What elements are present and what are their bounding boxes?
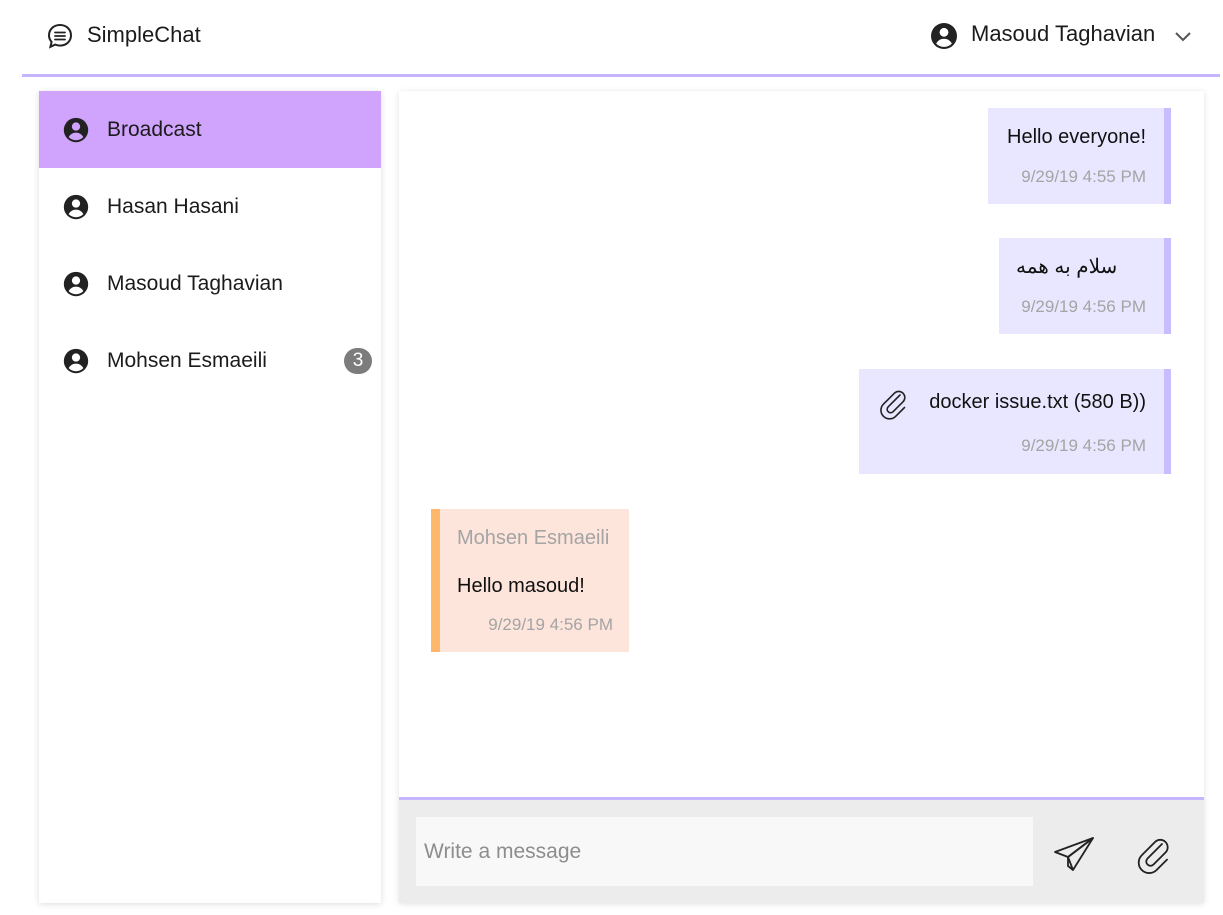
message-composer	[399, 797, 1204, 903]
incoming-message: Mohsen Esmaeili Hello masoud! 9/29/19 4:…	[431, 509, 629, 652]
account-circle-icon	[63, 271, 89, 297]
message-text: Hello masoud!	[457, 575, 585, 597]
sidebar-item-hasan-hasani[interactable]: Hasan Hasani	[39, 168, 381, 245]
outgoing-message: سلام به همه 9/29/19 4:56 PM	[999, 238, 1171, 334]
chat-panel: Hello everyone! 9/29/19 4:55 PM سلام به …	[399, 91, 1204, 903]
account-circle-icon	[931, 23, 957, 49]
message-input[interactable]	[416, 817, 1033, 886]
message-sender: Mohsen Esmaeili	[457, 527, 610, 549]
message-text: سلام به همه	[1016, 256, 1118, 278]
unread-count-badge: 3	[344, 348, 372, 374]
outgoing-message: Hello everyone! 9/29/19 4:55 PM	[988, 108, 1171, 204]
chat-bubble-icon	[47, 23, 73, 49]
message-timestamp: 9/29/19 4:56 PM	[1021, 436, 1146, 455]
send-icon[interactable]	[1053, 836, 1095, 872]
account-circle-icon	[63, 117, 89, 143]
file-name: docker issue.txt (580 B))	[929, 391, 1146, 413]
sidebar-item-label: Masoud Taghavian	[107, 272, 283, 295]
file-message[interactable]: docker issue.txt (580 B)) 9/29/19 4:56 P…	[859, 369, 1171, 474]
account-circle-icon	[63, 348, 89, 374]
sidebar-item-mohsen-esmaeili[interactable]: Mohsen Esmaeili 3	[39, 322, 381, 399]
message-timestamp: 9/29/19 4:56 PM	[1021, 297, 1146, 316]
app-title: SimpleChat	[87, 22, 201, 47]
app-header: SimpleChat Masoud Taghavian	[22, 0, 1220, 77]
sidebar-item-label: Hasan Hasani	[107, 195, 239, 218]
chevron-down-icon[interactable]	[1172, 25, 1194, 47]
message-text: Hello everyone!	[1007, 126, 1146, 148]
paperclip-icon[interactable]	[1132, 834, 1172, 874]
message-timestamp: 9/29/19 4:56 PM	[488, 615, 613, 634]
sidebar-item-masoud-taghavian[interactable]: Masoud Taghavian	[39, 245, 381, 322]
paperclip-icon	[880, 390, 906, 420]
sidebar-item-label: Mohsen Esmaeili	[107, 349, 267, 372]
account-circle-icon	[63, 194, 89, 220]
current-user-name: Masoud Taghavian	[971, 21, 1156, 46]
message-timestamp: 9/29/19 4:55 PM	[1021, 167, 1146, 186]
contacts-sidebar: Broadcast Hasan Hasani Masoud Taghavian …	[39, 91, 381, 903]
sidebar-item-label: Broadcast	[107, 118, 202, 141]
sidebar-item-broadcast[interactable]: Broadcast	[39, 91, 381, 168]
